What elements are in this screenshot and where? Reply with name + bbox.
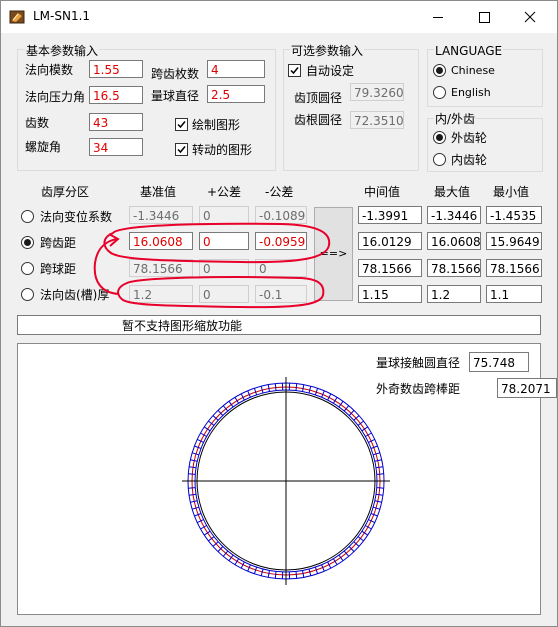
gear-tooth-mark — [188, 493, 197, 496]
gear-tooth-mark — [274, 571, 277, 579]
gear-tooth-mark — [295, 571, 298, 579]
status-bar: 暂不支持图形缩放功能 — [17, 315, 541, 335]
gear-tooth-mark — [376, 473, 384, 475]
annotation-circle-top — [103, 222, 331, 264]
gear-graph-canvas: 量球接触圆直径 75.748 外奇数齿跨棒距 78.2071 — [17, 343, 557, 615]
annotation-arrow — [93, 238, 120, 295]
gear-tooth-mark — [188, 487, 196, 489]
gear-tooth-mark — [188, 466, 197, 469]
gear-tooth-mark — [376, 487, 384, 489]
gear-tooth-mark — [375, 466, 384, 469]
gear-tooth-mark — [295, 383, 298, 391]
gear-tooth-mark — [188, 473, 196, 475]
gear-tooth-mark — [267, 570, 270, 578]
gear-tooth-mark — [267, 384, 270, 392]
app-window: LM-SN1.1 基本参数输入 法向模数 1.55 法向压力角 16.5 齿数 … — [0, 0, 558, 627]
status-text: 暂不支持图形缩放功能 — [122, 319, 243, 333]
gear-tooth-mark — [274, 383, 277, 391]
gear-drawing — [182, 377, 390, 585]
gear-tooth-mark — [375, 493, 384, 496]
gear-tooth-mark — [302, 384, 305, 392]
gear-tooth-mark — [302, 570, 305, 578]
annotation-circle-bottom — [117, 276, 325, 309]
